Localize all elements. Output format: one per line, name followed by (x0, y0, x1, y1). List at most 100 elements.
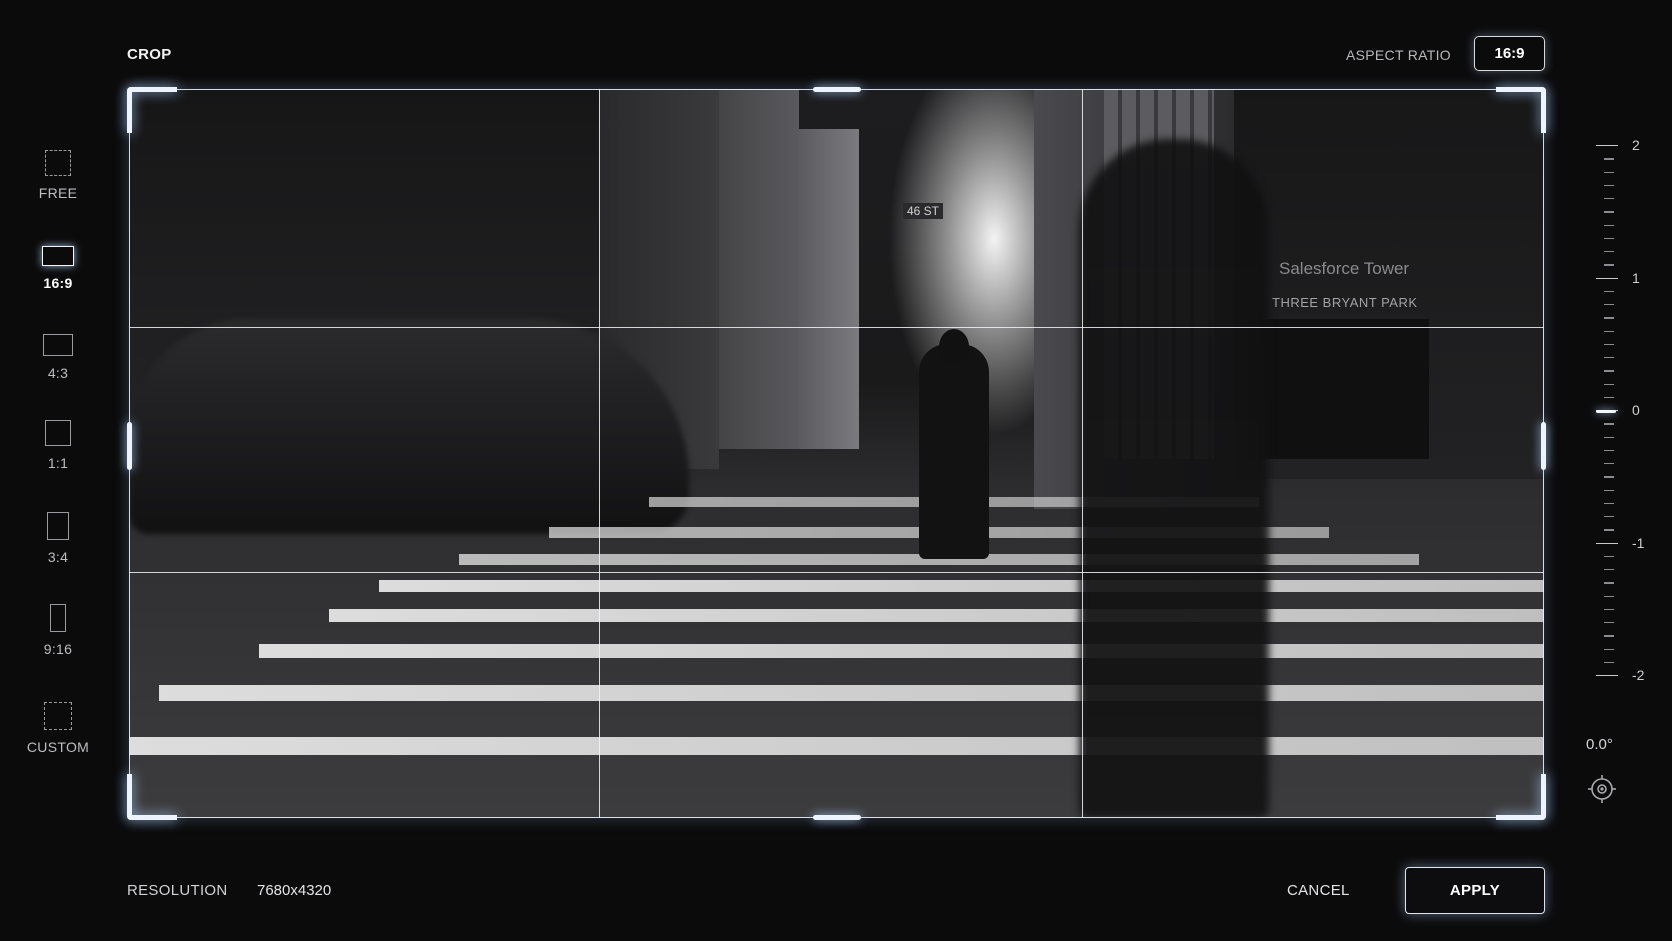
ruler-minor-tick (1604, 330, 1614, 332)
ruler-label: 2 (1632, 137, 1640, 153)
crop-image[interactable]: Salesforce Tower THREE BRYANT PARK 46 ST (129, 89, 1544, 818)
crop-handle-top[interactable] (813, 87, 861, 92)
ruler-minor-tick (1604, 476, 1614, 478)
crop-handle-top-right[interactable] (1496, 87, 1546, 133)
ratio-option-free[interactable]: FREE (18, 150, 98, 201)
crosswalk-stripe (379, 580, 1544, 592)
ruler-minor-tick (1604, 343, 1614, 346)
blurred-man-silhouette (1079, 139, 1269, 818)
ruler-minor-tick (1604, 198, 1614, 200)
ruler-minor-tick (1604, 463, 1614, 465)
ruler-minor-tick (1604, 370, 1614, 372)
building-mid-left-3 (799, 129, 859, 449)
ratio-option-4-3[interactable]: 4:3 (18, 334, 98, 381)
ruler-major-tick (1596, 145, 1618, 147)
ruler-minor-tick (1604, 436, 1614, 438)
ruler-minor-tick (1604, 237, 1614, 240)
ruler-minor-tick (1604, 648, 1614, 650)
ratio-label: 9:16 (43, 641, 73, 657)
apply-button[interactable]: APPLY (1405, 867, 1545, 914)
ruler-label: -1 (1632, 534, 1645, 551)
building-mid-left-2 (719, 89, 799, 449)
rotation-indicator[interactable] (1596, 410, 1616, 413)
ruler-label: 1 (1632, 269, 1640, 286)
crosswalk-stripe (129, 737, 1544, 755)
ruler-minor-tick (1604, 357, 1614, 359)
ruler-minor-tick (1604, 595, 1614, 597)
ruler-minor-tick (1604, 264, 1614, 266)
ruler-minor-tick (1604, 383, 1614, 385)
ruler-minor-tick (1604, 529, 1614, 531)
square-icon (45, 420, 71, 446)
ruler-minor-tick (1604, 622, 1614, 624)
rotation-value: 0.0° (1586, 736, 1613, 753)
ratio-label: 16:9 (43, 275, 73, 291)
ruler-minor-tick (1604, 661, 1614, 664)
ruler-minor-tick (1604, 251, 1614, 253)
landscape-16-9-icon (42, 246, 74, 266)
ratio-option-custom[interactable]: CUSTOM (18, 702, 98, 755)
ruler-minor-tick (1604, 158, 1614, 160)
ruler-minor-tick (1604, 304, 1614, 306)
ruler-major-tick (1596, 277, 1618, 279)
ruler-minor-tick (1604, 423, 1614, 425)
crop-handle-bottom[interactable] (813, 815, 861, 820)
crop-handle-bottom-right[interactable] (1496, 774, 1546, 820)
woman-head (939, 329, 969, 365)
ruler-minor-tick (1604, 608, 1614, 611)
ruler-minor-tick (1604, 555, 1614, 558)
panel-title: CROP (127, 46, 172, 63)
resolution-value: 7680x4320 (257, 882, 332, 899)
landscape-4-3-icon (43, 334, 73, 356)
crosswalk-stripe (259, 644, 1544, 658)
ruler-label: 0 (1632, 402, 1640, 418)
ruler-minor-tick (1604, 569, 1614, 571)
dashed-custom-icon (44, 702, 72, 730)
ratio-option-1-1[interactable]: 1:1 (18, 420, 98, 471)
ruler-minor-tick (1604, 290, 1614, 293)
ratio-option-9-16[interactable]: 9:16 (18, 604, 98, 657)
aspect-ratio-label: ASPECT RATIO (1346, 47, 1451, 63)
grid-line-horizontal (129, 327, 1544, 329)
ratio-option-16-9[interactable]: 16:9 (18, 246, 98, 291)
blurred-car (129, 319, 689, 534)
ruler-minor-tick (1604, 396, 1614, 399)
ratio-label: 1:1 (47, 455, 69, 471)
ruler-major-tick (1596, 542, 1618, 544)
aspect-ratio-dropdown[interactable]: 16:9 (1474, 36, 1545, 71)
reset-rotation-icon[interactable] (1586, 773, 1618, 805)
grid-line-vertical (599, 89, 601, 818)
crop-handle-top-left[interactable] (127, 87, 177, 133)
ratio-label: CUSTOM (26, 739, 90, 755)
ruler-minor-tick (1604, 516, 1614, 518)
woman-silhouette (919, 344, 989, 559)
ratio-option-3-4[interactable]: 3:4 (18, 512, 98, 565)
crop-handle-bottom-left[interactable] (127, 774, 177, 820)
ruler-minor-tick (1604, 635, 1614, 637)
sign-salesforce: Salesforce Tower (1279, 259, 1410, 278)
ruler-minor-tick (1604, 582, 1614, 584)
portrait-3-4-icon (47, 512, 69, 540)
ruler-minor-tick (1604, 449, 1614, 452)
ruler-minor-tick (1604, 171, 1614, 173)
ruler-minor-tick (1604, 502, 1614, 505)
dashed-square-icon (45, 150, 71, 176)
ruler-minor-tick (1604, 224, 1614, 226)
ruler-minor-tick (1604, 317, 1614, 319)
ruler-major-tick (1596, 675, 1618, 677)
crop-handle-right[interactable] (1541, 422, 1546, 470)
grid-line-vertical (1082, 89, 1084, 818)
portrait-9-16-icon (50, 604, 66, 632)
ruler-label: -2 (1632, 667, 1645, 683)
ruler-minor-tick (1604, 489, 1614, 491)
resolution-label: RESOLUTION (127, 882, 228, 899)
ratio-label: 4:3 (47, 365, 69, 381)
ratio-label: FREE (38, 185, 78, 201)
crosswalk-stripe (159, 685, 1544, 701)
crosswalk-stripe (329, 609, 1544, 622)
crop-handle-left[interactable] (127, 422, 132, 470)
ruler-minor-tick (1604, 184, 1614, 187)
sign-46-st: 46 ST (903, 203, 944, 219)
cancel-button[interactable]: CANCEL (1287, 882, 1350, 899)
ratio-label: 3:4 (47, 549, 69, 565)
